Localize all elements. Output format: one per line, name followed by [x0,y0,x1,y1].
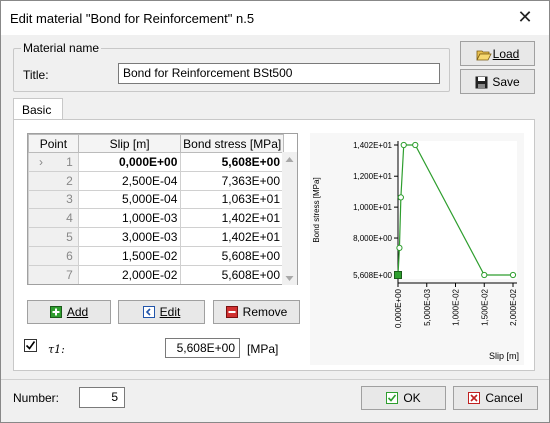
col-header-point: Point [28,134,79,153]
cell-stress[interactable]: 1,063E+01 [180,189,284,210]
data-point [400,141,407,149]
points-table[interactable]: Point Slip [m] Bond stress [MPa] › 1 0,00… [27,133,298,285]
load-label: Load [492,46,520,61]
folder-open-icon [475,48,492,60]
chart-svg: 1,402E+01 1,200E+01 1,000E+01 8,000E+00 5,60… [312,141,519,361]
edit-button[interactable]: Edit [118,300,205,324]
tau-label: τ1: [48,343,65,356]
y-tick-label: 1,200E+01 [353,172,392,181]
close-icon[interactable]: ✕ [515,7,535,27]
edit-icon [142,306,155,318]
number-input[interactable]: 5 [79,387,125,408]
add-label: Add [66,305,89,319]
cell-point: 6 [28,245,79,266]
cell-point: 7 [28,264,79,284]
edit-label: Edit [159,305,181,319]
col-header-stress: Bond stress [MPa] [180,134,284,153]
cell-stress[interactable]: 7,363E+00 [180,170,284,191]
y-tick-label: 5,608E+00 [353,271,392,280]
x-tick-label: 5,000E-03 [423,288,432,325]
add-icon [49,306,62,318]
title-bar: Edit material "Bond for Reinforcement" n… [1,1,549,35]
remove-button[interactable]: Remove [213,300,300,324]
data-point [397,194,404,201]
ok-check-icon [386,392,399,404]
bond-stress-chart: 1,402E+01 1,200E+01 1,000E+01 8,000E+00 5,60… [310,133,524,365]
tau-unit: [MPa] [247,342,279,356]
tab-basic[interactable]: Basic [13,98,63,120]
row-pointer-icon: › [39,154,43,169]
data-point [396,244,403,251]
table-row[interactable]: 5 3,000E-03 1,402E+01 [28,227,284,247]
x-tick-label: 0,000E+00 [394,288,403,327]
cell-point: 3 [28,189,79,210]
title-input[interactable]: Bond for Reinforcement BSt500 [118,63,440,84]
x-tick-label: 2,000E-02 [509,288,518,325]
cell-stress[interactable]: 5,608E+00 [180,152,284,172]
cell-slip[interactable]: 5,000E-04 [77,189,182,210]
table-row[interactable]: 6 1,500E-02 5,608E+00 [28,245,284,266]
data-point [509,271,517,279]
add-button[interactable]: Add [27,300,111,324]
cell-point: 2 [28,170,79,191]
scroll-down-icon [285,276,294,281]
save-button[interactable]: Save [460,69,535,94]
table-row[interactable]: 4 1,000E-03 1,402E+01 [28,208,284,229]
cell-slip[interactable]: 0,000E+00 [77,152,182,172]
cancel-label: Cancel [485,391,523,405]
edit-material-dialog: Edit material "Bond for Reinforcement" n… [0,0,550,423]
load-button[interactable]: Load [460,41,535,66]
table-row[interactable]: 7 2,000E-02 5,608E+00 [28,264,284,284]
cell-slip[interactable]: 1,000E-03 [77,208,182,229]
cell-point: 1 [66,154,73,169]
separator [1,379,549,380]
material-name-legend: Material name [21,41,102,55]
cell-stress[interactable]: 1,402E+01 [180,227,284,247]
data-point [481,271,488,279]
cell-point: 5 [28,227,79,247]
data-point [412,141,419,149]
tau-checkbox[interactable] [24,339,37,352]
scroll-up-icon [285,157,294,162]
plot-area [398,141,517,279]
x-tick-label: 1,000E-02 [452,288,461,325]
cell-stress[interactable]: 5,608E+00 [180,245,284,266]
y-tick-label: 1,402E+01 [353,141,392,150]
cancel-x-icon [468,392,481,404]
tau-input[interactable]: 5,608E+00 [165,338,240,358]
y-tick-label: 8,000E+00 [353,234,392,243]
col-header-slip: Slip [m] [77,134,182,153]
number-label: Number: [13,391,60,405]
table-scrollbar[interactable] [282,152,297,285]
save-label: Save [492,74,520,89]
window-title: Edit material "Bond for Reinforcement" n… [10,11,255,26]
remove-label: Remove [242,305,288,319]
table-row[interactable]: 3 5,000E-04 1,063E+01 [28,189,284,210]
ok-label: OK [403,391,421,405]
cell-stress[interactable]: 1,402E+01 [180,208,284,229]
table-row[interactable]: 2 2,500E-04 7,363E+00 [28,170,284,191]
ok-button[interactable]: OK [361,386,446,410]
floppy-disk-icon [475,76,488,88]
cell-slip[interactable]: 3,000E-03 [77,227,182,247]
remove-icon [225,306,238,318]
cell-point: 4 [28,208,79,229]
title-label: Title: [23,68,49,82]
x-tick-label: 1,500E-02 [480,288,489,325]
cancel-button[interactable]: Cancel [453,386,538,410]
table-row[interactable]: › 1 0,000E+00 5,608E+00 [28,152,284,172]
cell-slip[interactable]: 1,500E-02 [77,245,182,266]
cell-slip[interactable]: 2,000E-02 [77,264,182,284]
cell-slip[interactable]: 2,500E-04 [77,170,182,191]
data-point-selected [394,271,402,279]
y-axis-label: Bond stress [MPa] [312,177,321,242]
x-axis-label: Slip [m] [489,351,519,361]
cell-stress[interactable]: 5,608E+00 [180,264,284,284]
y-tick-label: 1,000E+01 [353,203,392,212]
